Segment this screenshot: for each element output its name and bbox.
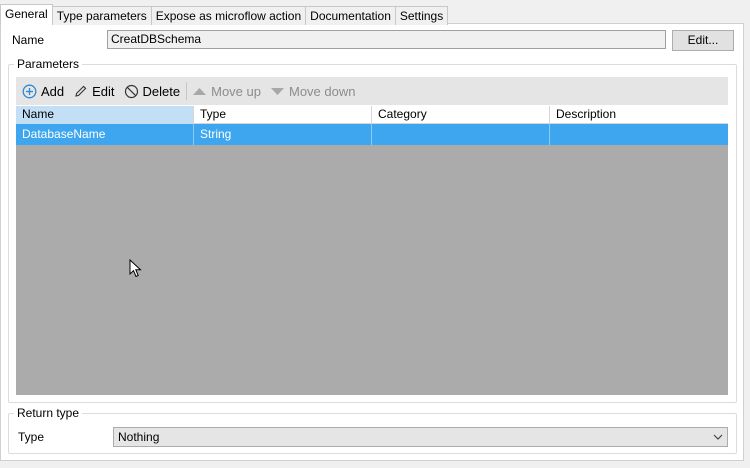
return-type-value: Nothing — [118, 430, 160, 444]
column-header-category[interactable]: Category — [372, 106, 550, 124]
add-icon — [22, 84, 37, 98]
delete-label: Delete — [142, 83, 181, 99]
tab-strip: General Type parameters Expose as microf… — [0, 4, 449, 25]
move-up-icon — [193, 87, 207, 95]
edit-button[interactable]: Edit — [73, 83, 115, 99]
tab-settings[interactable]: Settings — [394, 6, 449, 25]
chevron-down-icon — [713, 434, 723, 440]
parameters-group-title: Parameters — [14, 57, 83, 71]
move-down-icon — [271, 87, 284, 95]
move-up-button[interactable]: Move up — [192, 84, 261, 99]
add-button[interactable]: Add — [22, 84, 64, 99]
parameters-grid-header: Name Type Category Description — [16, 106, 728, 124]
move-down-label: Move down — [289, 83, 356, 99]
column-header-description[interactable]: Description — [550, 106, 728, 124]
table-row[interactable]: DatabaseName String — [16, 124, 728, 145]
edit-pencil-icon — [75, 85, 87, 97]
delete-icon — [124, 84, 138, 98]
cell-type: String — [194, 124, 372, 145]
return-type-label: Type — [18, 430, 45, 444]
move-up-label: Move up — [211, 83, 261, 99]
parameters-toolbar: Add Edit Delete Move up Move down — [16, 77, 728, 105]
return-type-group-title: Return type — [14, 406, 83, 420]
add-label: Add — [41, 83, 65, 99]
tab-general[interactable]: General — [0, 4, 53, 25]
tab-expose-as-microflow-action[interactable]: Expose as microflow action — [150, 6, 307, 25]
column-header-type[interactable]: Type — [194, 106, 372, 124]
general-tab-panel: Name CreatDBSchema Edit... Parameters Ad… — [0, 23, 744, 461]
edit-label: Edit — [92, 83, 115, 99]
tab-type-parameters[interactable]: Type parameters — [51, 6, 152, 25]
parameters-grid[interactable]: DatabaseName String — [16, 124, 728, 395]
cell-category — [372, 124, 550, 145]
mouse-cursor-icon — [129, 259, 142, 278]
name-field[interactable]: CreatDBSchema — [107, 30, 666, 49]
column-header-name[interactable]: Name — [16, 106, 194, 124]
delete-button[interactable]: Delete — [124, 83, 181, 99]
tab-documentation[interactable]: Documentation — [305, 6, 396, 25]
toolbar-separator — [186, 82, 188, 100]
edit-name-button[interactable]: Edit... — [672, 30, 734, 51]
move-down-button[interactable]: Move down — [270, 84, 355, 99]
cell-name: DatabaseName — [16, 124, 194, 145]
cell-description — [550, 124, 728, 145]
return-type-select[interactable]: Nothing — [113, 427, 728, 447]
name-label: Name — [12, 33, 45, 47]
